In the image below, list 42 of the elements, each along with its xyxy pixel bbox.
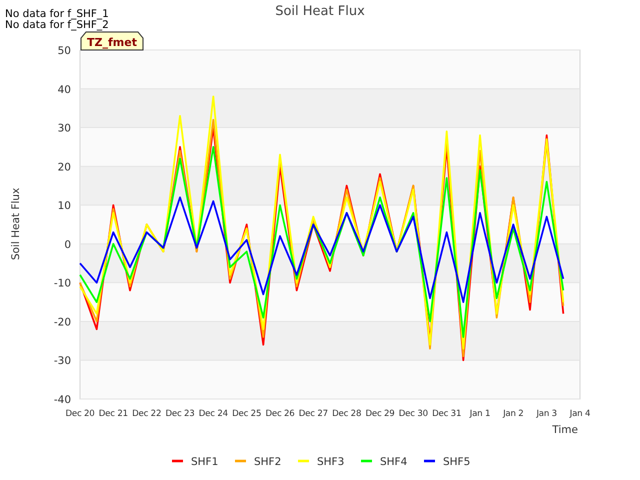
status-note: No data for f_SHF_1 [5,8,109,20]
legend-label: SHF4 [380,456,408,468]
tick-label: 20 [58,161,71,174]
tick-label: Dec 27 [298,409,328,419]
tick-label: Dec 22 [132,409,162,419]
tick-label: -30 [54,355,71,368]
tick-label: -10 [54,278,71,290]
legend-label: SHF3 [317,456,344,468]
tick-label: Jan 4 [570,409,590,419]
legend-swatch [235,460,246,462]
legend-label: SHF5 [443,456,470,468]
legend-label: SHF2 [254,456,282,468]
tick-label: Dec 28 [332,409,362,419]
legend-swatch [298,460,309,462]
legend-label: SHF1 [191,456,218,468]
tick-label: 40 [58,84,71,96]
tick-label: Dec 29 [365,409,395,419]
tick-label: Dec 31 [432,409,462,419]
axis-label: Soil Heat Flux [10,188,22,260]
legend-swatch [172,460,183,462]
tick-label: -40 [54,394,71,406]
tick-label: Dec 24 [198,409,228,419]
chart-title: Soil Heat Flux [275,4,365,19]
tick-label: 50 [58,45,71,57]
tick-label: 10 [58,200,71,212]
tick-label: -20 [54,316,71,328]
tick-label: Dec 23 [165,409,195,419]
tick-label: Dec 25 [232,409,262,419]
tick-label: Dec 20 [65,409,95,419]
tick-label: Jan 1 [470,409,490,419]
tick-label: 0 [64,238,71,251]
tick-label: Jan 3 [536,409,557,419]
tick-label: Dec 26 [265,409,295,419]
tick-label: Jan 2 [503,409,524,419]
legend-swatch [424,460,435,462]
tick-label: 30 [58,122,71,135]
tick-label: Dec 30 [398,409,428,419]
axis-label: Time [552,424,578,436]
timezone-tag: TZ_fmet [80,32,144,50]
tick-label: Dec 21 [98,409,128,419]
status-note: No data for f_SHF_2 [5,19,109,31]
legend-swatch [361,460,372,462]
